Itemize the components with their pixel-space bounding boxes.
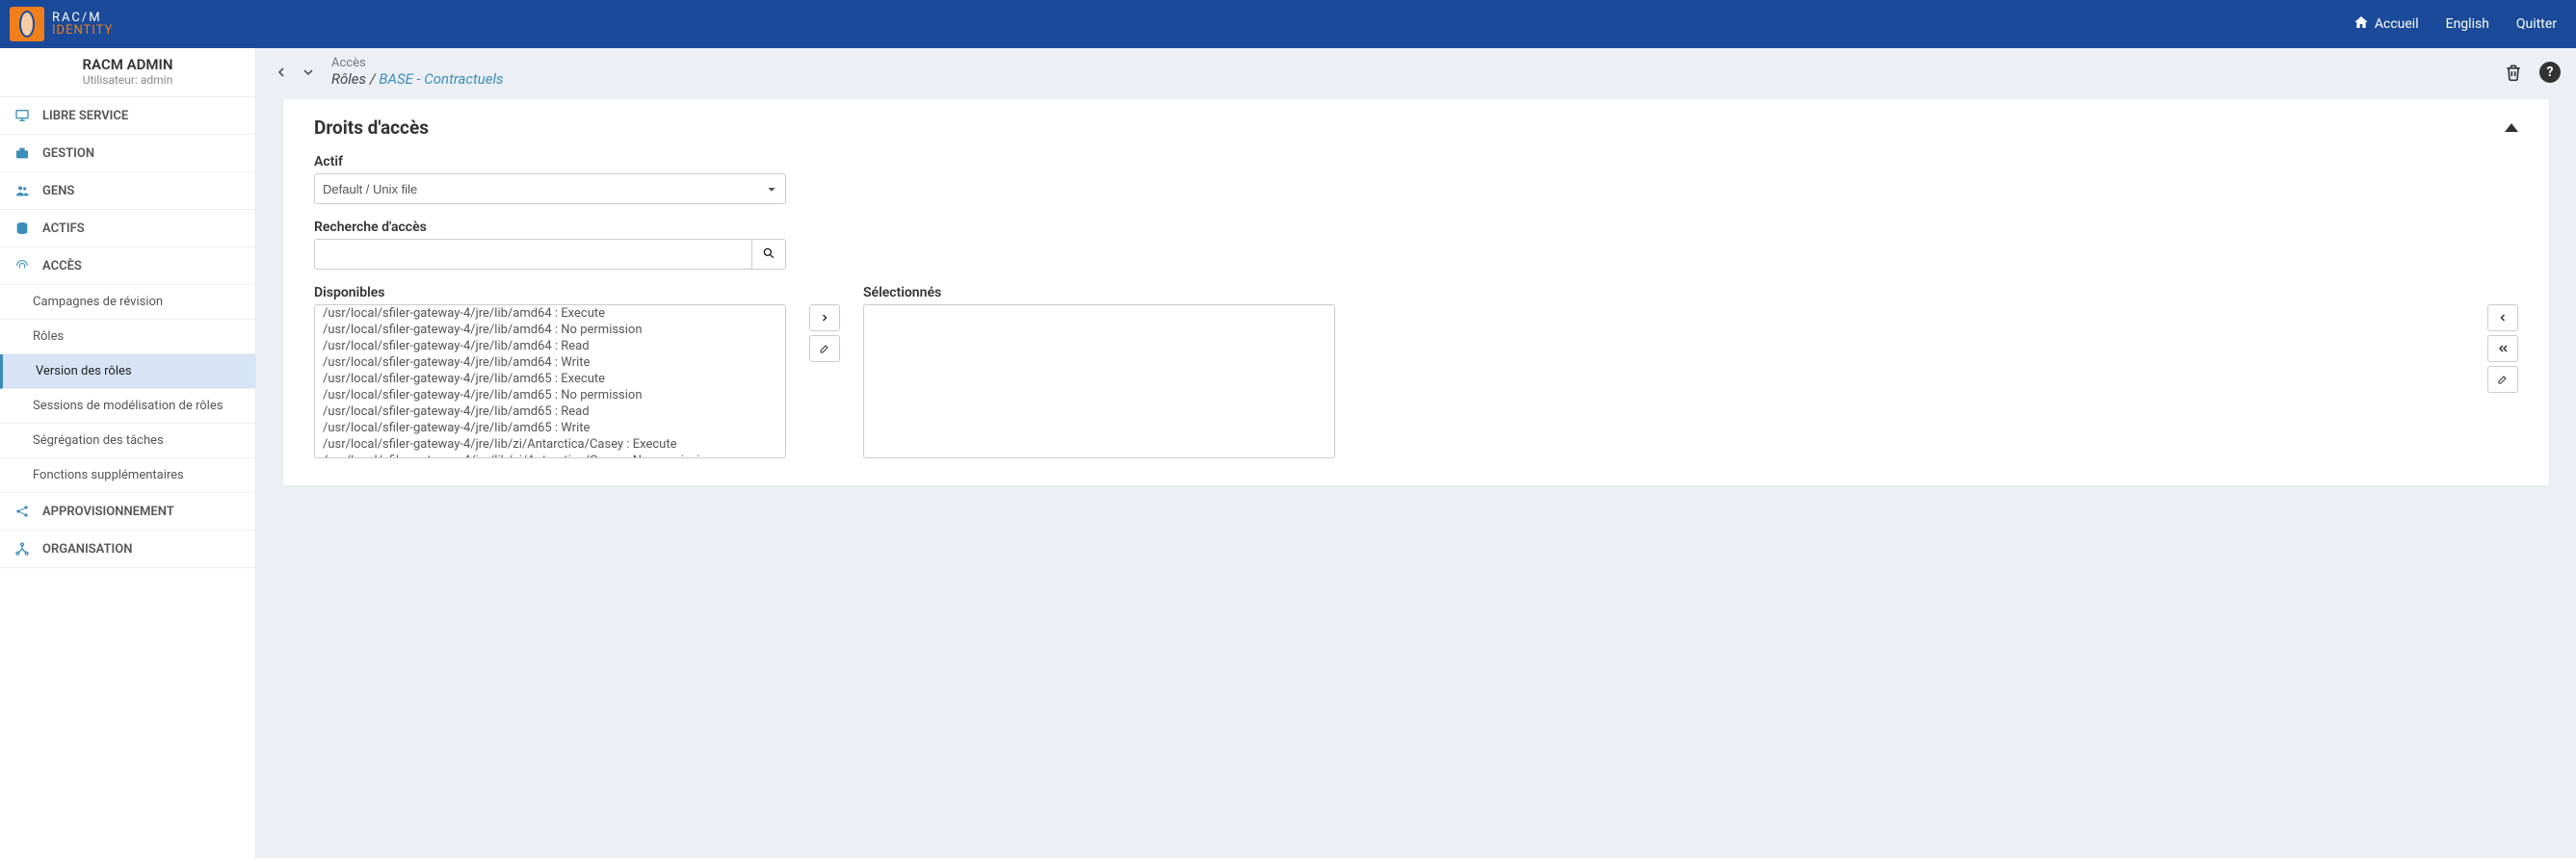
- move-left-button[interactable]: [2487, 304, 2518, 331]
- nav-gestion[interactable]: GESTION: [0, 135, 255, 172]
- toolbox-icon: [13, 144, 31, 162]
- nav-actifs[interactable]: ACTIFS: [0, 210, 255, 247]
- nav-sessions[interactable]: Sessions de modélisation de rôles: [0, 389, 255, 424]
- monitor-icon: [13, 107, 31, 124]
- nav-label: Sessions de modélisation de rôles: [33, 399, 223, 413]
- breadcrumb-current[interactable]: BASE - Contractuels: [379, 70, 503, 88]
- language-link[interactable]: English: [2446, 16, 2489, 32]
- nav-version-roles[interactable]: Version des rôles: [0, 354, 255, 389]
- nav-label: Version des rôles: [36, 364, 132, 378]
- selectionnes-label: Sélectionnés: [863, 285, 2464, 300]
- help-icon[interactable]: ?: [2539, 62, 2561, 83]
- edit-selected-button[interactable]: [2487, 366, 2518, 393]
- database-icon: [13, 220, 31, 237]
- brand-logo-icon: [10, 7, 44, 41]
- nav-approvisionnement[interactable]: APPROVISIONNEMENT: [0, 493, 255, 531]
- search-button[interactable]: [751, 239, 786, 270]
- access-rights-panel: Droits d'accès Actif Default / Unix file…: [283, 99, 2549, 485]
- search-label: Recherche d'accès: [314, 220, 2518, 235]
- delete-icon[interactable]: [2501, 60, 2526, 85]
- people-icon: [13, 182, 31, 199]
- available-listbox[interactable]: /usr/local/sfiler-gateway-4/jre/lib/amd6…: [314, 304, 786, 458]
- nav-back-icon[interactable]: [272, 63, 291, 82]
- actif-label: Actif: [314, 154, 2518, 169]
- collapse-icon[interactable]: [2505, 123, 2518, 132]
- nav-acces[interactable]: ACCÈS: [0, 247, 255, 285]
- nav-roles[interactable]: Rôles: [0, 320, 255, 354]
- network-icon: [13, 540, 31, 558]
- disponibles-label: Disponibles: [314, 285, 786, 300]
- edit-available-button[interactable]: [809, 335, 840, 362]
- actif-select[interactable]: Default / Unix file: [314, 173, 786, 204]
- nav-gens[interactable]: GENS: [0, 172, 255, 210]
- breadcrumb: Accès Rôles / BASE - Contractuels: [331, 56, 504, 88]
- nav-label: APPROVISIONNEMENT: [42, 505, 174, 519]
- home-icon: [2353, 14, 2369, 34]
- list-item[interactable]: /usr/local/sfiler-gateway-4/jre/lib/amd6…: [315, 322, 785, 338]
- nav-campagnes[interactable]: Campagnes de révision: [0, 285, 255, 320]
- share-icon: [13, 503, 31, 520]
- list-item[interactable]: /usr/local/sfiler-gateway-4/jre/lib/amd6…: [315, 371, 785, 387]
- move-right-button[interactable]: [809, 304, 840, 331]
- list-item[interactable]: /usr/local/sfiler-gateway-4/jre/lib/zi/A…: [315, 436, 785, 453]
- list-item[interactable]: /usr/local/sfiler-gateway-4/jre/lib/amd6…: [315, 305, 785, 322]
- home-link[interactable]: Accueil: [2353, 14, 2419, 34]
- main-content: Accès Rôles / BASE - Contractuels ? Droi…: [256, 48, 2576, 858]
- nav-label: Rôles: [33, 329, 64, 344]
- list-item[interactable]: /usr/local/sfiler-gateway-4/jre/lib/zi/A…: [315, 453, 785, 458]
- fingerprint-icon: [13, 257, 31, 274]
- nav-label: ACTIFS: [42, 221, 85, 236]
- nav-label: LIBRE SERVICE: [42, 109, 128, 123]
- brand-logo: RAC/M IDENTITY: [0, 7, 113, 41]
- selected-listbox[interactable]: [863, 304, 1335, 458]
- nav-down-icon[interactable]: [299, 63, 318, 82]
- nav-label: GENS: [42, 184, 74, 198]
- user-sub: Utilisateur: admin: [0, 73, 255, 87]
- sidebar: RACM ADMIN Utilisateur: admin LIBRE SERV…: [0, 48, 256, 858]
- list-item[interactable]: /usr/local/sfiler-gateway-4/jre/lib/amd6…: [315, 354, 785, 371]
- list-item[interactable]: /usr/local/sfiler-gateway-4/jre/lib/amd6…: [315, 420, 785, 436]
- user-name: RACM ADMIN: [0, 56, 255, 73]
- list-item[interactable]: /usr/local/sfiler-gateway-4/jre/lib/amd6…: [315, 387, 785, 403]
- search-input[interactable]: [314, 239, 751, 270]
- list-item[interactable]: /usr/local/sfiler-gateway-4/jre/lib/amd6…: [315, 338, 785, 354]
- nav-fonctions[interactable]: Fonctions supplémentaires: [0, 458, 255, 493]
- nav-label: GESTION: [42, 146, 94, 161]
- breadcrumb-top: Accès: [331, 56, 504, 70]
- list-item[interactable]: /usr/local/sfiler-gateway-4/jre/lib/amd6…: [315, 403, 785, 420]
- nav-label: Fonctions supplémentaires: [33, 468, 184, 482]
- breadcrumb-row: Accès Rôles / BASE - Contractuels ?: [256, 48, 2576, 99]
- nav-organisation[interactable]: ORGANISATION: [0, 531, 255, 568]
- nav-libre-service[interactable]: LIBRE SERVICE: [0, 97, 255, 135]
- home-link-label: Accueil: [2375, 16, 2419, 32]
- search-icon: [762, 247, 775, 263]
- nav-label: Ségrégation des tâches: [33, 433, 164, 448]
- topbar: RAC/M IDENTITY Accueil English Quitter: [0, 0, 2576, 48]
- nav-label: Campagnes de révision: [33, 295, 163, 309]
- breadcrumb-roles[interactable]: Rôles: [331, 70, 366, 88]
- brand-line2: IDENTITY: [52, 24, 113, 37]
- move-all-left-button[interactable]: [2487, 335, 2518, 362]
- nav-segregation[interactable]: Ségrégation des tâches: [0, 424, 255, 458]
- user-box: RACM ADMIN Utilisateur: admin: [0, 48, 255, 97]
- nav-label: ACCÈS: [42, 259, 82, 273]
- panel-title: Droits d'accès: [314, 117, 429, 139]
- nav-label: ORGANISATION: [42, 542, 132, 557]
- quit-link[interactable]: Quitter: [2516, 16, 2557, 32]
